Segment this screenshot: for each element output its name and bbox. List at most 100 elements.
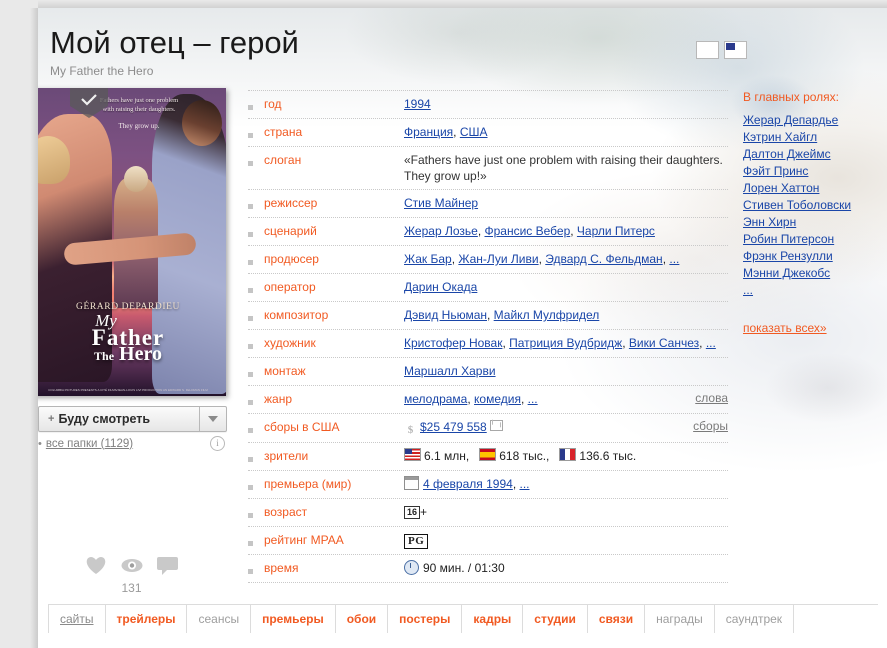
info-value-link[interactable]: Жан-Луи Ливи	[458, 252, 538, 266]
flag-spain-icon	[479, 448, 497, 461]
tab-4[interactable]: обои	[336, 605, 389, 633]
flag-usa-icon[interactable]	[724, 41, 747, 59]
info-value-text: ,	[520, 392, 528, 406]
tab-7[interactable]: студии	[523, 605, 588, 633]
tab-9[interactable]: награды	[645, 605, 715, 633]
tab-0[interactable]: сайты	[48, 605, 106, 633]
age-rating-suffix: +	[420, 505, 428, 519]
info-row-label: зрители	[264, 449, 309, 463]
cast-member-link[interactable]: Лорен Хаттон	[743, 180, 883, 197]
watch-dropdown-toggle[interactable]	[199, 407, 226, 431]
info-row-label: монтаж	[264, 364, 306, 378]
cast-member-link[interactable]: Далтон Джеймс	[743, 146, 883, 163]
info-icon[interactable]: i	[210, 436, 225, 451]
info-row-label: сценарий	[264, 224, 317, 238]
chevron-right-icon: »	[819, 321, 827, 335]
info-row-label: продюсер	[264, 252, 319, 266]
cast-member-link[interactable]: Фрэнк Рензулли	[743, 248, 883, 265]
cast-member-link[interactable]: Робин Питерсон	[743, 231, 883, 248]
tab-10[interactable]: саундтрек	[715, 605, 795, 633]
poster-star-name: GÉRARD DEPARDIEU	[76, 302, 180, 312]
row-bullet-icon	[248, 279, 264, 296]
tab-8[interactable]: связи	[588, 605, 646, 633]
info-value-link[interactable]: ...	[706, 336, 716, 350]
heart-icon[interactable]	[85, 556, 107, 578]
info-value-link[interactable]: Стив Майнер	[404, 196, 478, 210]
age-rating-badge: 16	[404, 506, 421, 519]
flag-france-icon	[559, 448, 577, 461]
page-container: Мой отец – герой My Father the Hero Fath…	[38, 8, 887, 648]
movie-poster[interactable]: Fathers have just one problem with raisi…	[38, 88, 226, 396]
info-value-link[interactable]: США	[460, 125, 488, 139]
info-row-label: режиссер	[264, 196, 318, 210]
page-title: Мой отец – герой	[50, 25, 299, 60]
tab-1[interactable]: трейлеры	[106, 605, 188, 633]
tab-3[interactable]: премьеры	[251, 605, 336, 633]
left-column: Fathers have just one problem with raisi…	[38, 88, 235, 595]
info-value-link[interactable]: Майкл Мулфридел	[494, 308, 600, 322]
watch-button[interactable]: + Буду смотреть	[38, 406, 227, 432]
cast-member-link[interactable]: Стивен Тоболовски	[743, 197, 883, 214]
info-value-link[interactable]: ...	[669, 252, 679, 266]
info-value-link[interactable]: Маршалл Харви	[404, 364, 496, 378]
cast-list: Жерар Депардье Кэтрин Хайгл Далтон Джеймс Ф…	[743, 112, 883, 299]
info-value-link[interactable]: 4 февраля 1994	[423, 477, 513, 491]
cast-member-link[interactable]: Жерар Депардье	[743, 112, 883, 129]
info-row-side-link[interactable]: сборы	[685, 419, 728, 433]
info-row-label: жанр	[264, 392, 293, 406]
info-value-link[interactable]: комедия	[474, 392, 521, 406]
row-bullet-icon	[248, 363, 264, 380]
flag-france-icon[interactable]	[696, 41, 719, 59]
info-value-link[interactable]: ...	[519, 477, 529, 491]
tab-2[interactable]: сеансы	[187, 605, 252, 633]
page-top-shadow	[38, 0, 887, 8]
info-value-link[interactable]: Дарин Окада	[404, 280, 477, 294]
info-value-link[interactable]: Кристофер Новак	[404, 336, 502, 350]
row-bullet-icon	[248, 532, 264, 549]
info-value-link[interactable]: ...	[528, 392, 538, 406]
info-value-link[interactable]: $25 479 558	[420, 420, 487, 434]
info-row-value: 1994	[404, 96, 728, 112]
row-bullet-icon	[248, 560, 264, 577]
info-row-label: премьера (мир)	[264, 477, 352, 491]
info-row-value: Франция, США	[404, 124, 728, 140]
info-value-link[interactable]: Франция	[404, 125, 453, 139]
info-value-link[interactable]: Франсис Вебер	[484, 224, 570, 238]
all-folders-link[interactable]: все папки (1129)	[46, 438, 133, 450]
row-bullet-icon	[248, 124, 264, 141]
info-row-value: Кристофер Новак, Патриция Вудбридж, Вики…	[404, 335, 728, 351]
info-row-side-link[interactable]: слова	[687, 391, 728, 405]
info-value-link[interactable]: Жак Бар	[404, 252, 452, 266]
info-row-value: Жак Бар, Жан-Луи Ливи, Эдвард С. Фельдма…	[404, 251, 728, 267]
info-value-link[interactable]: Дэвид Ньюман	[404, 308, 487, 322]
tab-6[interactable]: кадры	[462, 605, 524, 633]
info-value-link[interactable]: Патриция Вудбридж	[509, 336, 622, 350]
poster-figure-middle-head	[124, 166, 148, 192]
tab-5[interactable]: постеры	[388, 605, 463, 633]
info-row: год 1994	[248, 90, 728, 119]
cast-member-link[interactable]: ...	[743, 282, 883, 299]
social-actions: 131	[38, 556, 225, 595]
info-row: сценарий Жерар Лозье, Франсис Вебер, Чарл…	[248, 218, 728, 246]
info-value-link[interactable]: 1994	[404, 97, 431, 111]
info-value-link[interactable]: Эдвард С. Фельдман	[545, 252, 662, 266]
cast-member-link[interactable]: Мэнни Джекобс	[743, 265, 883, 282]
comment-icon[interactable]	[156, 556, 179, 578]
info-value-link[interactable]: Жерар Лозье	[404, 224, 478, 238]
chevron-down-icon	[208, 416, 218, 422]
info-value-link[interactable]: Чарли Питерс	[577, 224, 655, 238]
info-row-value: Дарин Окада	[404, 279, 728, 295]
info-value-link[interactable]: мелодрама	[404, 392, 467, 406]
row-bullet-icon	[248, 251, 264, 268]
cast-member-link[interactable]: Фэйт Принс	[743, 163, 883, 180]
info-row: режиссер Стив Майнер	[248, 190, 728, 218]
info-value-link[interactable]: Вики Санчез	[629, 336, 699, 350]
envelope-icon[interactable]	[489, 420, 503, 431]
like-count: 131	[121, 581, 142, 595]
bullet-icon: •	[38, 437, 42, 450]
poster-logo-hero: Hero	[119, 343, 162, 365]
show-all-cast-link[interactable]: показать всех»	[743, 321, 883, 335]
eye-icon[interactable]	[121, 558, 143, 576]
cast-member-link[interactable]: Кэтрин Хайгл	[743, 129, 883, 146]
cast-member-link[interactable]: Энн Хирн	[743, 214, 883, 231]
